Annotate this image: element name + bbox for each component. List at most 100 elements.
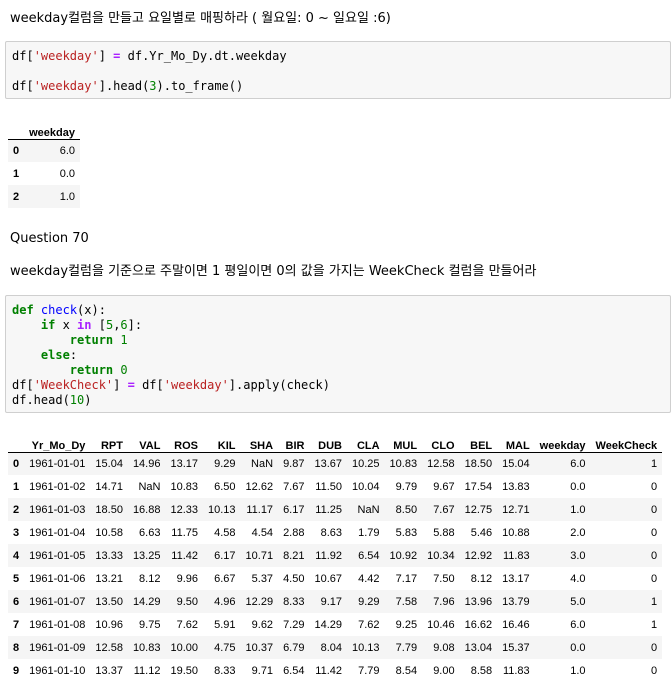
code-token: ).to_frame() — [156, 79, 244, 93]
table-cell: NaN — [357, 503, 380, 516]
table-row: 2 1961-01-03 18.50 16.88 12.33 10.13 11.17 6.17… — [8, 498, 663, 521]
table-cell: 10.96 — [95, 618, 123, 631]
code-token: 'weekday' — [33, 79, 99, 93]
table-cell: 6.67 — [214, 572, 236, 585]
table-cell: 1 — [650, 457, 658, 470]
code-token: ].head( — [98, 79, 150, 93]
table-row: 8 1961-01-09 12.58 10.83 10.00 4.75 10.37 6.79 8… — [8, 636, 663, 659]
table-cell: 10.83 — [132, 641, 161, 654]
table-cell: 10.25 — [352, 457, 380, 470]
table-cell: NaN — [251, 457, 274, 470]
table-cell: 8.33 — [214, 664, 236, 677]
row-index: 3 — [13, 526, 20, 539]
column-header: Yr_Mo_Dy — [24, 432, 91, 453]
table-cell: 9.62 — [251, 618, 274, 631]
table-cell: 9.87 — [283, 457, 305, 470]
table-row: 9 1961-01-10 13.37 11.12 19.50 8.33 9.71 6.54 11… — [8, 659, 662, 682]
column-header: ROS — [165, 432, 203, 453]
table-cell: 12.58 — [95, 641, 123, 654]
table-cell: 10.67 — [314, 572, 343, 585]
table-cell: 6.0 — [570, 457, 586, 470]
table-cell: 9.17 — [320, 595, 343, 608]
table-cell: 0.0 — [570, 480, 586, 493]
table-row: 4 1961-01-05 13.33 13.25 11.42 6.17 10.71 8.21 1… — [8, 544, 663, 567]
table-cell: 9.08 — [433, 641, 455, 654]
table-cell: 6.54 — [358, 549, 380, 562]
table-cell: 9.50 — [176, 595, 198, 608]
table-cell: 6.63 — [139, 526, 161, 539]
table-cell: 13.04 — [464, 641, 493, 654]
table-cell: 12.33 — [170, 503, 198, 516]
markdown-instruction-weekday: weekday컬럼을 만들고 요일별로 매핑하라 ( 월요일: 0 ~ 일요일 … — [10, 11, 391, 26]
table-cell: 12.58 — [427, 457, 455, 470]
table-cell: 1961-01-10 — [29, 664, 86, 677]
code-token: df[ — [12, 79, 34, 93]
table-cell: 14.29 — [132, 595, 161, 608]
table-cell: 6.17 — [283, 503, 305, 516]
table-cell: 7.79 — [358, 664, 380, 677]
table-cell: 13.17 — [170, 457, 198, 470]
table-cell: 0 — [650, 664, 658, 677]
code-token: 0 — [120, 363, 128, 377]
table-cell: 5.91 — [214, 618, 236, 631]
table-cell: 9.29 — [214, 457, 236, 470]
table-cell: 10.92 — [389, 549, 418, 562]
table-cell: 12.71 — [502, 503, 530, 516]
table-cell: 7.50 — [433, 572, 455, 585]
code-token: ) — [84, 393, 92, 407]
table-cell: 1961-01-02 — [29, 480, 86, 493]
table-cell: 9.00 — [433, 664, 455, 677]
table-cell: 4.42 — [358, 572, 380, 585]
table-cell: 13.83 — [502, 480, 530, 493]
table-cell: 12.29 — [245, 595, 274, 608]
table-cell: 8.33 — [283, 595, 305, 608]
table-cell: 0 — [650, 526, 658, 539]
table-cell: 6.50 — [214, 480, 236, 493]
code-token: df[ — [134, 378, 164, 392]
table-row: 1 1961-01-02 14.71 NaN 10.83 6.50 12.62 7.67 11.… — [8, 475, 662, 498]
table-cell: 8.12 — [470, 572, 493, 585]
code-token: in — [77, 318, 92, 332]
table-cell: 11.42 — [315, 664, 343, 677]
code-token: 'weekday' — [33, 49, 99, 63]
code-token: else — [40, 348, 70, 362]
code-token: df[ — [12, 378, 34, 392]
table-cell: 0 — [650, 641, 658, 654]
code-cell-weekday[interactable]: df['weekday'] = df.Yr_Mo_Dy.dt.weekday d… — [5, 41, 671, 99]
table-cell: 1.0 — [570, 664, 586, 677]
table-row: 1 0.0 — [8, 162, 80, 185]
code-line: df['weekday'].head(3).to_frame() — [12, 79, 243, 94]
table-cell: 8.58 — [470, 664, 493, 677]
code-token: (x): — [77, 303, 106, 317]
table-cell: 1961-01-09 — [29, 641, 86, 654]
code-line: return 0 — [12, 363, 128, 378]
table-cell: 11.92 — [315, 549, 343, 562]
table-cell: 7.96 — [433, 595, 455, 608]
code-token: ]: — [127, 318, 143, 332]
row-index: 8 — [13, 641, 20, 654]
table-cell: 12.92 — [464, 549, 493, 562]
table-cell: 16.46 — [502, 618, 530, 631]
table-cell: 1961-01-04 — [29, 526, 86, 539]
table-cell: 8.04 — [320, 641, 343, 654]
code-token: : — [69, 348, 78, 362]
code-token: return — [69, 333, 114, 347]
row-index: 4 — [13, 549, 20, 562]
table-cell: 10.83 — [389, 457, 418, 470]
table-cell: 15.04 — [502, 457, 530, 470]
code-token: 'WeekCheck' — [33, 378, 114, 392]
table-cell: 7.62 — [176, 618, 198, 631]
row-index: 1 — [13, 167, 20, 180]
table-row: 0 6.0 — [8, 139, 80, 162]
code-token: 'weekday' — [163, 378, 229, 392]
code-token: df.Yr_Mo_Dy.dt.weekday — [120, 49, 287, 63]
row-index: 1 — [13, 480, 20, 493]
table-cell: 8.12 — [139, 572, 161, 585]
row-index: 7 — [13, 618, 20, 631]
table-cell: 18.50 — [95, 503, 123, 516]
table-cell: 1961-01-06 — [29, 572, 86, 585]
table-cell: 6.79 — [283, 641, 305, 654]
table-cell: 10.37 — [245, 641, 274, 654]
code-cell-weekcheck[interactable]: def check(x): if x in [5,6]: return 1 el… — [5, 295, 671, 413]
